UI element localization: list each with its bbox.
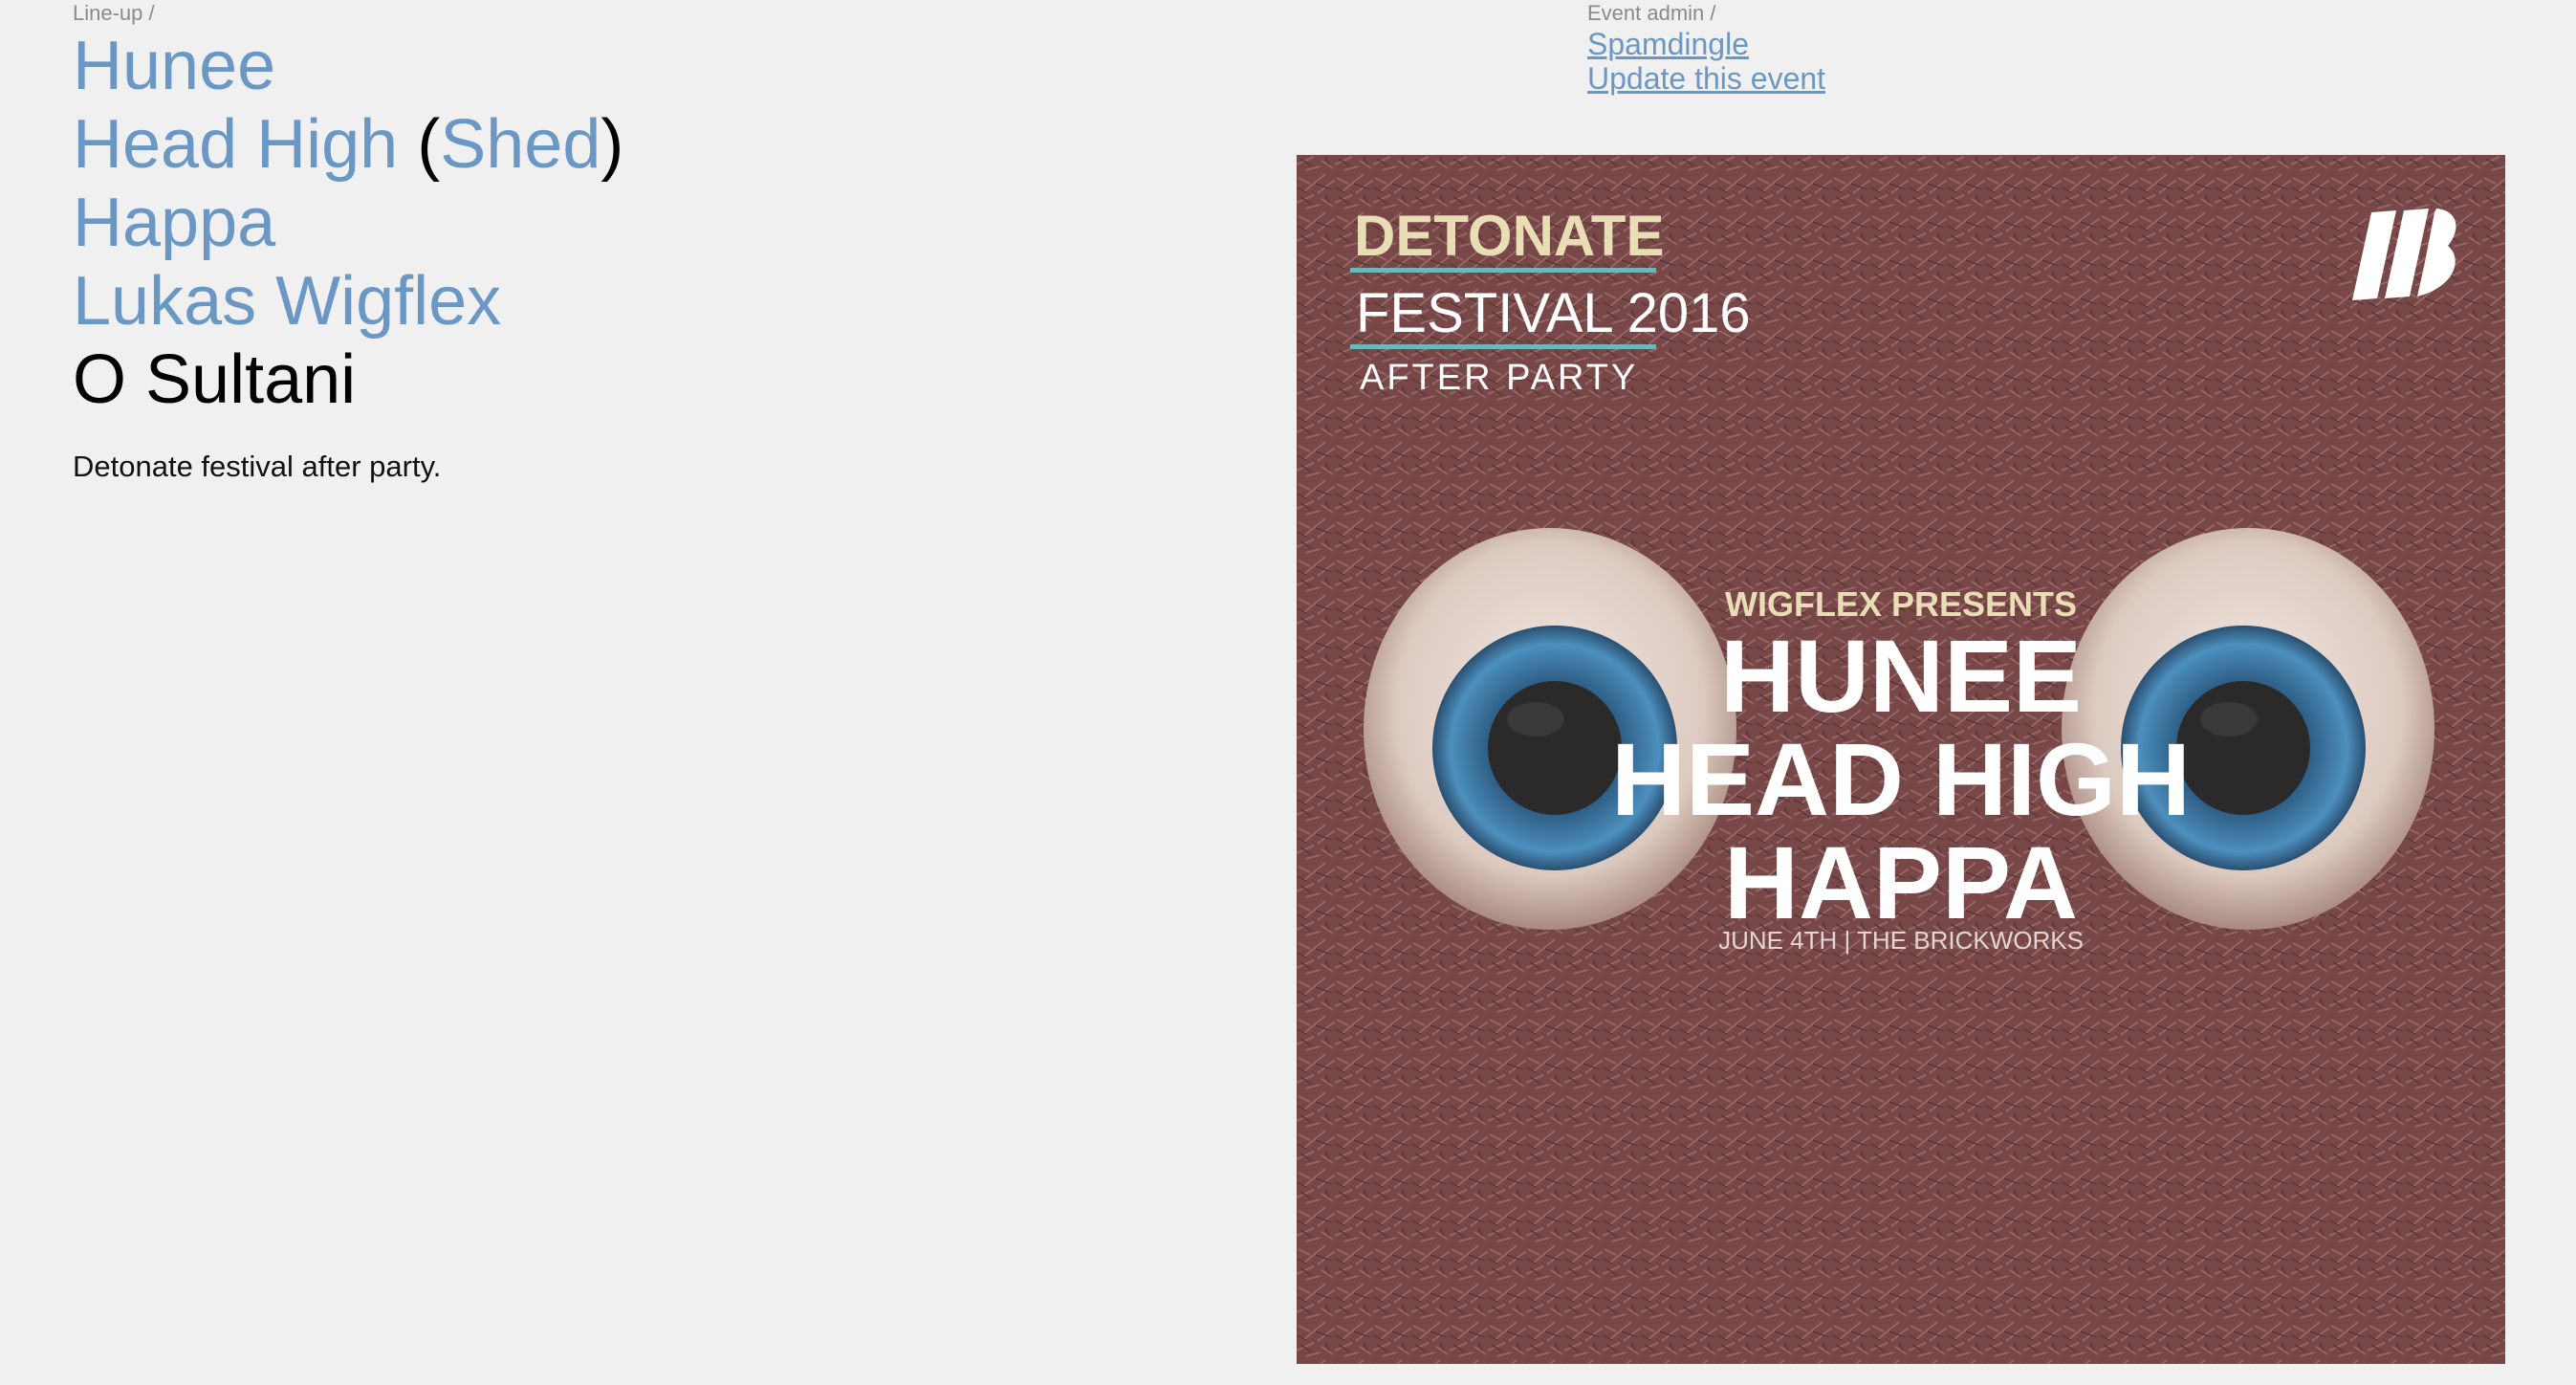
poster-artwork: DETONATE FESTIVAL 2016 AFTER PARTY WIGFL… [1297, 155, 2505, 1364]
event-description: Detonate festival after party. [73, 450, 442, 483]
event-admin-label: Event admin / [1587, 1, 1716, 25]
artist-row-o-sultani: O Sultani [73, 341, 623, 419]
artist-link-happa[interactable]: Happa [73, 185, 275, 261]
artist-row-lukas-wigflex: Lukas Wigflex [73, 262, 623, 341]
artist-link-hunee[interactable]: Hunee [73, 28, 275, 104]
event-poster-image[interactable]: DETONATE FESTIVAL 2016 AFTER PARTY WIGFL… [1297, 155, 2505, 1364]
alias-open-paren: ( [398, 106, 441, 183]
alias-close-paren: ) [600, 106, 624, 183]
artist-link-head-high[interactable]: Head High [73, 106, 398, 183]
lineup-label: Line-up / [73, 1, 155, 25]
artist-row-happa: Happa [73, 184, 623, 262]
artist-row-head-high: Head High (Shed) [73, 105, 623, 184]
event-admin-section: Event admin / Spamdingle Update this eve… [1587, 0, 1825, 96]
event-page: Line-up / Hunee Head High (Shed) Happa L… [0, 0, 2576, 1385]
lineup-section: Line-up / Hunee Head High (Shed) Happa L… [73, 0, 623, 516]
artist-name-o-sultani: O Sultani [73, 341, 357, 418]
poster-festival: FESTIVAL 2016 [1356, 282, 1751, 344]
poster-after-party: AFTER PARTY [1360, 358, 1638, 398]
artist-alias-link-shed[interactable]: Shed [440, 106, 600, 183]
admin-link-update-event[interactable]: Update this event [1587, 61, 1825, 96]
poster-headliner-3: HAPPA [1724, 824, 2078, 940]
artist-link-lukas-wigflex[interactable]: Lukas Wigflex [73, 263, 501, 340]
poster-brand: DETONATE [1354, 204, 1664, 268]
poster-date-venue: JUNE 4TH | THE BRICKWORKS [1718, 926, 2084, 955]
poster-headliner-1: HUNEE [1720, 618, 2082, 734]
poster-headliner-2: HEAD HIGH [1611, 721, 2191, 837]
admin-link-spamdingle[interactable]: Spamdingle [1587, 27, 1825, 61]
artist-row-hunee: Hunee [73, 27, 623, 105]
